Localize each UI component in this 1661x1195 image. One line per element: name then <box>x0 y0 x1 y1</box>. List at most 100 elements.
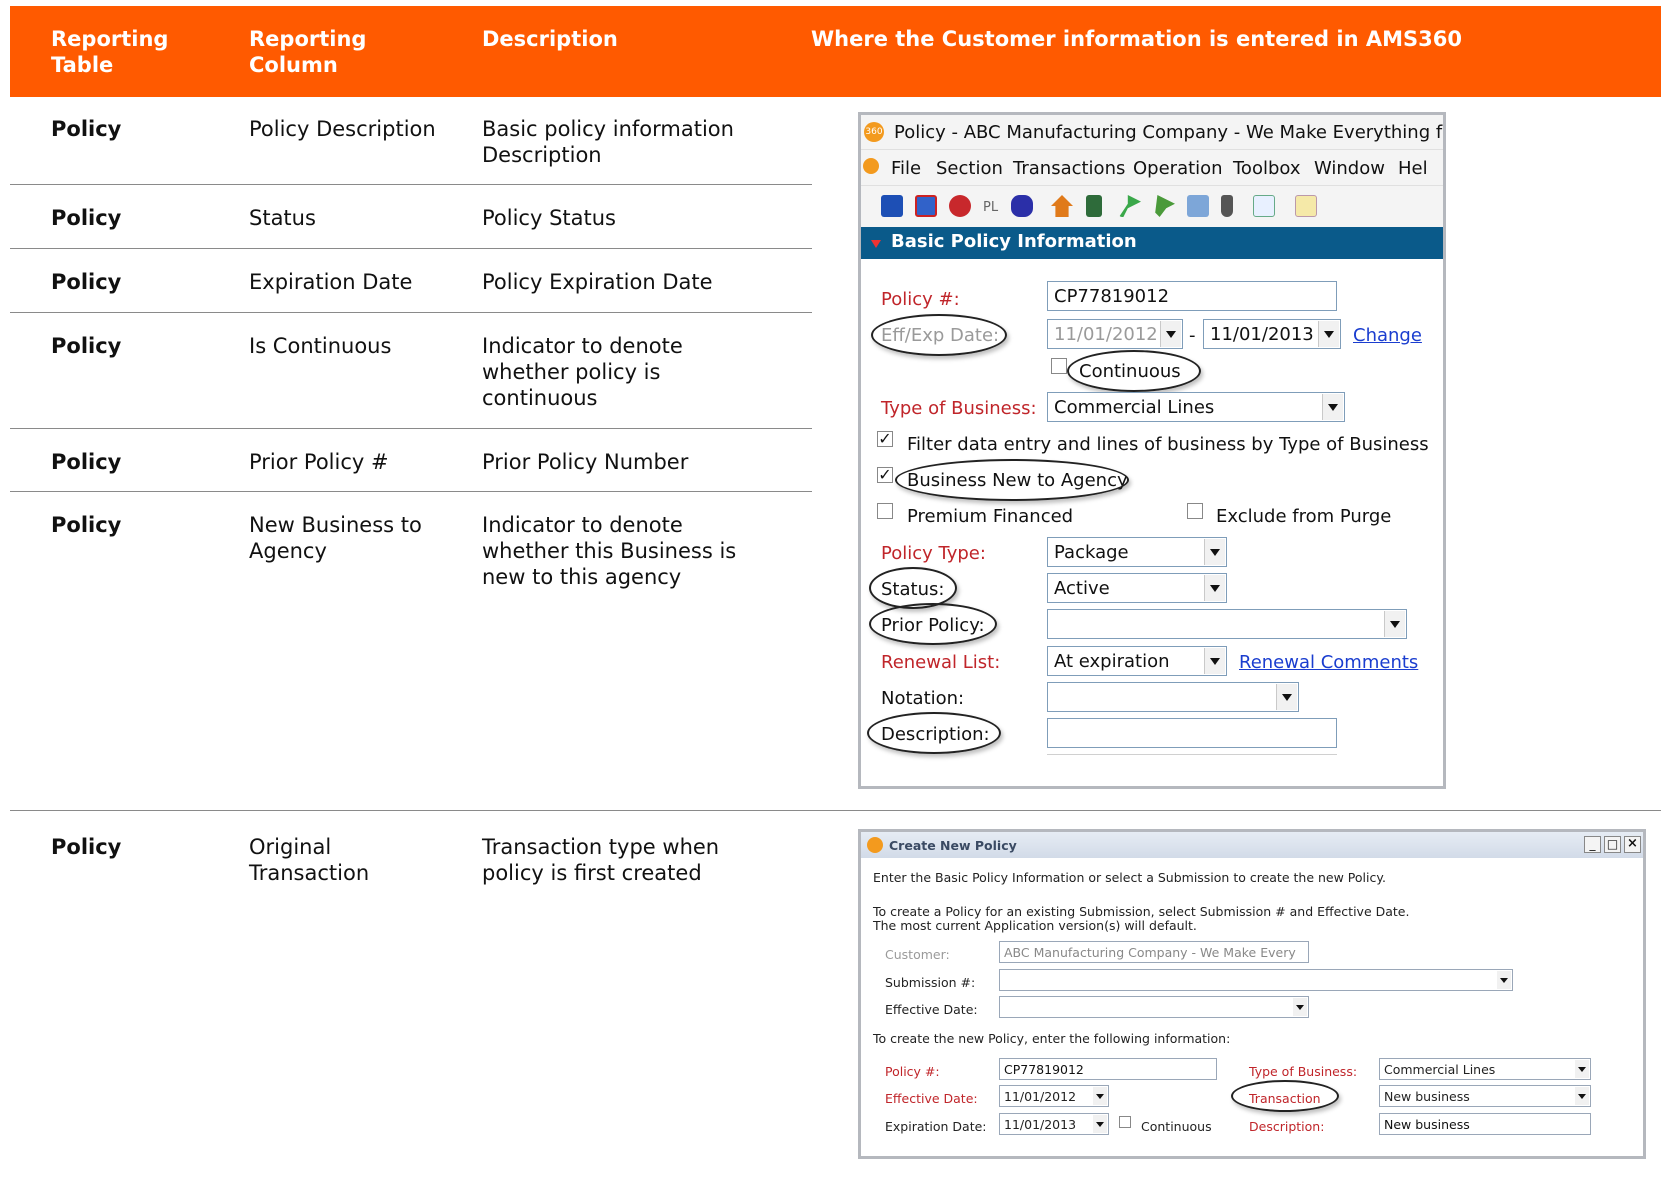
policy-no-label: Policy #: <box>881 289 960 310</box>
row-2-description: Policy Status <box>482 206 616 230</box>
premium-financed-label: Premium Financed <box>907 506 1074 527</box>
ams360-menu-icon <box>863 158 879 174</box>
notes-icon[interactable] <box>1295 195 1317 217</box>
exp-date-value: 11/01/2013 <box>1004 1117 1077 1132</box>
exp-date-value: 11/01/2013 <box>1210 324 1314 345</box>
row-3-column: Expiration Date <box>249 270 413 294</box>
notation-dropdown[interactable] <box>1047 682 1299 712</box>
no-entry-icon[interactable] <box>949 195 971 217</box>
change-link[interactable]: Change <box>1353 325 1422 347</box>
collapse-triangle-icon[interactable] <box>871 240 881 248</box>
transaction-value: New business <box>1384 1089 1470 1104</box>
continuous-checkbox[interactable] <box>1051 358 1067 374</box>
row-6-description: Indicator to denote whether this Busines… <box>482 513 737 589</box>
effective-date-label: Effective Date: <box>885 1002 978 1017</box>
menu-window[interactable]: Window <box>1314 158 1385 180</box>
exclude-purge-checkbox[interactable] <box>1187 503 1203 519</box>
effective-date-dropdown[interactable] <box>999 996 1309 1018</box>
eff-date-dropdown[interactable]: 11/01/2012 <box>1047 319 1183 349</box>
continuous-label: Continuous <box>1141 1119 1212 1134</box>
save-icon[interactable] <box>881 195 903 217</box>
ams360-logo-icon: 360 <box>864 122 884 142</box>
pl-icon[interactable]: PL <box>983 197 998 219</box>
header-reporting-column: Reporting Column <box>249 27 367 77</box>
description-label: Description: <box>1249 1119 1325 1134</box>
copy-icon[interactable] <box>1187 195 1209 217</box>
policy-type-value: Package <box>1054 542 1129 563</box>
exp-date-dropdown[interactable]: 11/01/2013 <box>1203 319 1341 349</box>
policy-no-input[interactable]: CP77819012 <box>999 1058 1217 1080</box>
save-close-icon[interactable] <box>915 195 937 217</box>
chevron-down-icon <box>1204 575 1225 601</box>
ams360-logo-icon <box>867 837 883 853</box>
section-title: Basic Policy Information <box>891 231 1137 252</box>
submission-label: Submission #: <box>885 975 976 990</box>
status-dropdown[interactable]: Active <box>1047 573 1227 603</box>
exp-date-label: Expiration Date: <box>885 1119 987 1134</box>
eff-date-dropdown[interactable]: 11/01/2012 <box>999 1085 1109 1107</box>
transaction-dropdown[interactable]: New business <box>1379 1085 1591 1107</box>
row-7-table: Policy <box>51 835 122 859</box>
menu-file[interactable]: File <box>891 158 921 180</box>
header-description: Description <box>482 27 618 51</box>
close-button[interactable]: × <box>1624 836 1641 853</box>
submission-note-1: To create a Policy for an existing Submi… <box>873 904 1410 919</box>
highlight-oval <box>895 459 1129 501</box>
submission-dropdown[interactable] <box>999 969 1513 991</box>
checklist-icon[interactable] <box>1253 195 1275 217</box>
row-4-description: Indicator to denote whether policy is co… <box>482 334 683 410</box>
menu-section[interactable]: Section <box>936 158 1003 180</box>
chevron-down-icon <box>1575 1087 1589 1105</box>
description-input[interactable]: New business <box>1379 1113 1591 1135</box>
type-of-business-dropdown[interactable]: Commercial Lines <box>1047 392 1345 422</box>
premium-financed-checkbox[interactable] <box>877 503 893 519</box>
row-7-description: Transaction type when policy is first cr… <box>482 835 720 885</box>
row-6-table: Policy <box>51 513 122 537</box>
minimize-button[interactable]: _ <box>1584 836 1601 853</box>
type-of-business-label: Type of Business: <box>1249 1064 1358 1079</box>
policy-type-dropdown[interactable]: Package <box>1047 537 1227 567</box>
customer-input: ABC Manufacturing Company - We Make Ever… <box>999 941 1309 963</box>
continuous-checkbox[interactable] <box>1119 1116 1131 1128</box>
row-divider <box>10 184 812 185</box>
menu-help[interactable]: Hel <box>1398 158 1428 180</box>
renewal-comments-link[interactable]: Renewal Comments <box>1239 652 1418 674</box>
highlight-oval <box>871 314 1007 356</box>
pen-icon[interactable] <box>1011 195 1033 217</box>
row-2-column: Status <box>249 206 316 230</box>
policy-window-title: Policy - ABC Manufacturing Company - We … <box>894 122 1446 143</box>
business-new-checkbox[interactable]: ✓ <box>877 467 893 483</box>
menu-transactions[interactable]: Transactions <box>1013 158 1125 180</box>
type-of-business-label: Type of Business: <box>881 398 1037 419</box>
chevron-down-icon <box>1160 321 1181 347</box>
prior-policy-dropdown[interactable] <box>1047 609 1407 639</box>
chevron-down-icon <box>1204 648 1225 674</box>
row-divider <box>10 810 1661 811</box>
row-2-table: Policy <box>51 206 122 230</box>
renewal-list-dropdown[interactable]: At expiration <box>1047 646 1227 676</box>
chevron-down-icon <box>1093 1087 1107 1105</box>
row-divider <box>10 428 812 429</box>
type-of-business-dropdown[interactable]: Commercial Lines <box>1379 1058 1591 1080</box>
chevron-down-icon <box>1093 1115 1107 1133</box>
phone-icon[interactable] <box>1221 195 1233 217</box>
filter-checkbox[interactable]: ✓ <box>877 431 893 447</box>
description-input[interactable] <box>1047 718 1337 748</box>
menu-toolbox[interactable]: Toolbox <box>1233 158 1301 180</box>
menu-operation[interactable]: Operation <box>1133 158 1223 180</box>
row-1-column: Policy Description <box>249 117 436 141</box>
policy-no-input[interactable]: CP77819012 <box>1047 281 1337 311</box>
notebook-icon[interactable] <box>1086 195 1102 217</box>
create-policy-title: Create New Policy <box>889 838 1017 853</box>
chevron-down-icon <box>1204 539 1225 565</box>
notation-label: Notation: <box>881 688 965 709</box>
exp-date-dropdown[interactable]: 11/01/2013 <box>999 1113 1109 1135</box>
exclude-purge-label: Exclude from Purge <box>1216 506 1392 527</box>
maximize-button[interactable]: □ <box>1604 836 1621 853</box>
header-reporting-table: Reporting Table <box>51 27 169 77</box>
row-3-table: Policy <box>51 270 122 294</box>
header-where-entered: Where the Customer information is entere… <box>811 27 1462 51</box>
row-6-column: New Business to Agency <box>249 513 422 563</box>
type-of-business-value: Commercial Lines <box>1384 1062 1496 1077</box>
highlight-oval <box>1067 350 1201 392</box>
